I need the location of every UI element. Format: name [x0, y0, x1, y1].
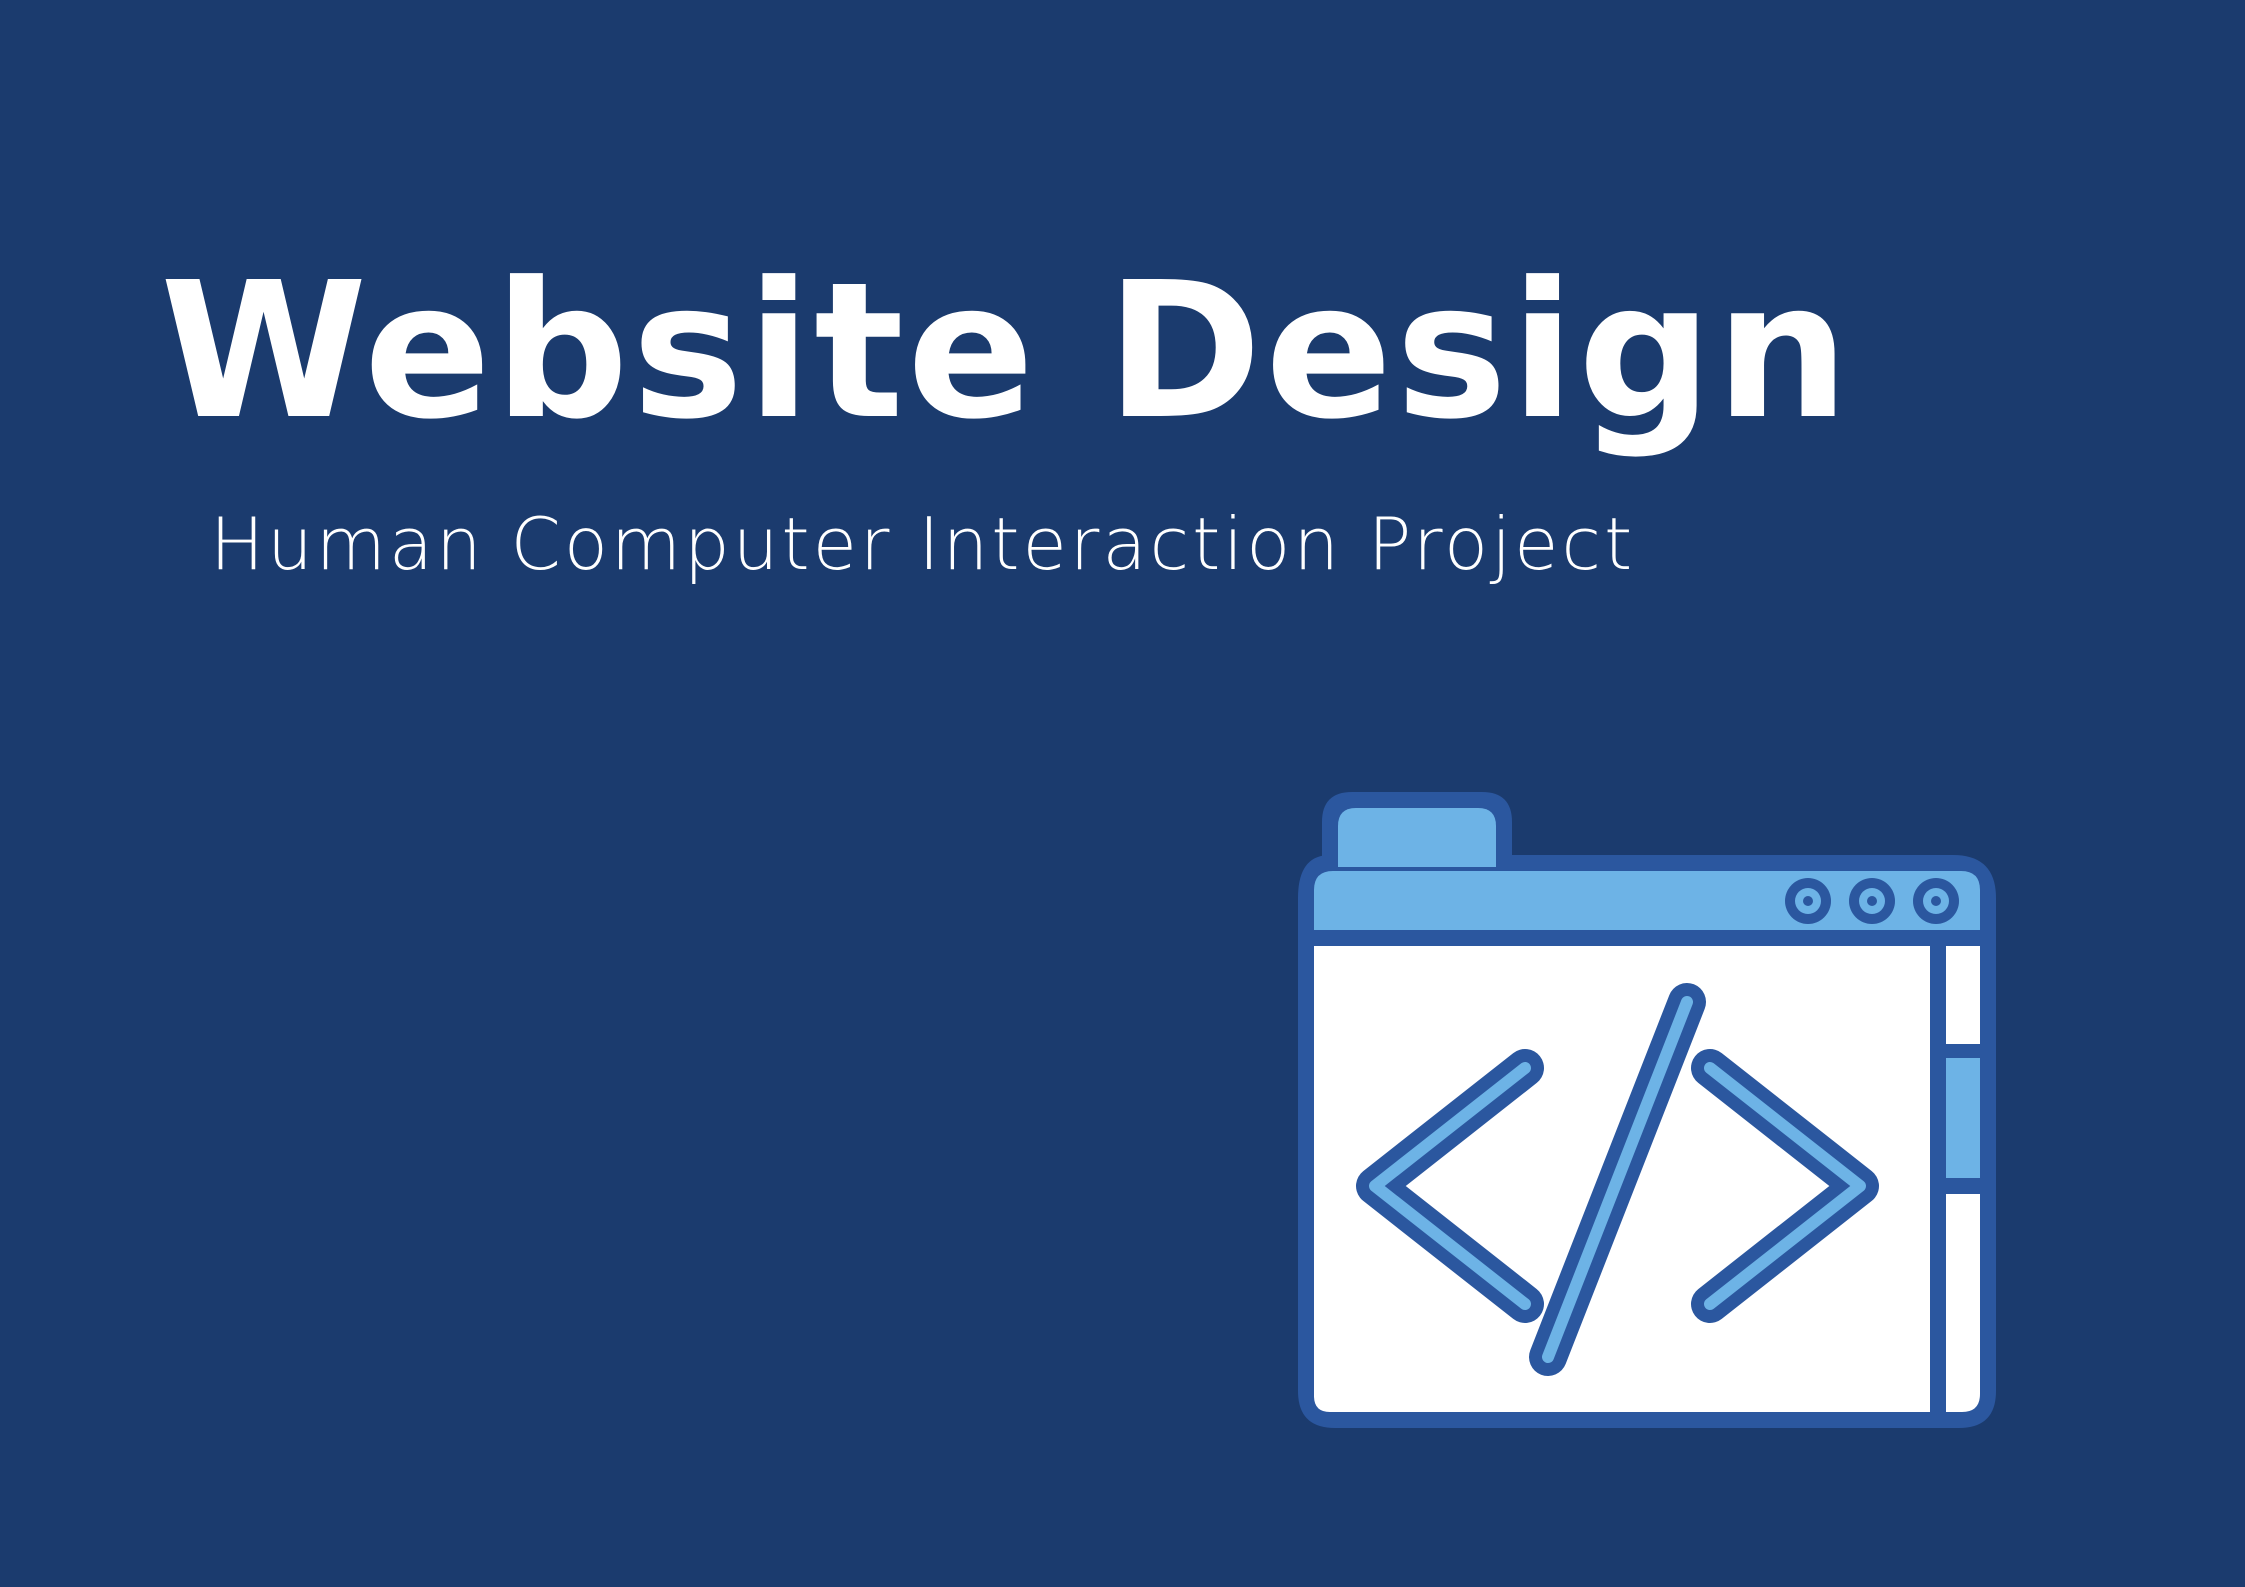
browser-tab [1338, 808, 1496, 867]
scrollbar-track-bottom [1946, 1194, 1980, 1412]
page-subtitle: Human Computer Interaction Project [210, 502, 1636, 586]
scrollbar-track-top [1946, 946, 1980, 1044]
window-control-dots [1785, 878, 1959, 924]
browser-code-illustration [1270, 790, 2005, 1430]
page-title: Website Design [160, 242, 1853, 461]
browser-window-icon [1298, 792, 1996, 1428]
scrollbar-thumb [1946, 1058, 1980, 1178]
